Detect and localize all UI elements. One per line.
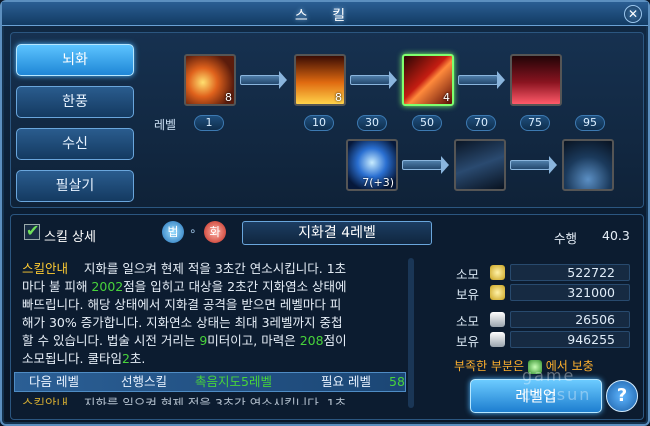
skill-count: 8 [335,91,342,104]
skill-icon-lightning-1[interactable]: 7(+3) [346,139,398,191]
desc-line: 점을 입히고 대상을 2초간 지화염소 상태에 [123,279,347,294]
cut-off-description: 스킬안내 지화를 일으켜 현제 적을 3초간 연소시킵니다. 1초 [22,395,412,405]
desc-cooldown: 2 [121,351,130,366]
own-label: 보유 [456,334,480,349]
arrow-icon [240,71,287,89]
attr-icon-magic: 법 [162,221,184,243]
prereq-label: 선행스킬 [121,374,168,389]
lack-text: 부족한 부분은 [454,359,525,373]
own-label: 보유 [456,287,480,302]
level-badge: 50 [412,115,442,131]
level-badge: 1 [194,115,224,131]
gold-cost-row: 소모 522722 [452,264,632,282]
stat-label: 수행 [554,231,578,246]
item-cost-value: 26506 [510,311,630,328]
desc-mana: 208 [299,333,324,348]
next-level-label: 다음 레벨 [29,374,79,389]
cost-label: 소모 [456,267,480,282]
scroll-item-icon [490,312,505,327]
skill-icon-fire-3-selected[interactable]: 4 [402,54,454,106]
arrow-icon [350,71,397,89]
skill-window: 스 킬 ✕ 뇌화 한풍 수신 필살기 8 8 4 레벨 1 10 30 50 7… [0,0,650,426]
arrow-icon [510,156,557,174]
skill-name-banner: 지화결 4레벨 [242,221,432,245]
desc-line: 지화를 일으켜 현제 적을 3초간 연소시킵니다. 1초 [83,261,347,276]
gold-own-value: 321000 [510,284,630,301]
item-own-row: 보유 946255 [452,331,632,349]
skill-count: 4 [443,91,450,104]
skill-icon-lightning-2[interactable] [454,139,506,191]
gold-icon [490,265,505,280]
desc-line: 해가 30% 증가합니다. 지화연소 상태는 최대 3레벨까지 중첩 [22,315,343,330]
desc-title: 스킬안내 [22,261,69,276]
level-badge: 70 [466,115,496,131]
level-badge: 10 [304,115,334,131]
required-level-value: 58 [389,374,405,389]
skill-count: 8 [225,91,232,104]
arrow-icon [402,156,449,174]
scroll-item-icon [490,332,505,347]
desc-line: 점이 [323,333,347,348]
skill-count: 7(+3) [362,176,394,189]
skill-icon-fire-1[interactable]: 8 [184,54,236,106]
skill-icon-fire-4[interactable] [510,54,562,106]
help-button[interactable]: ? [606,380,638,412]
desc-damage: 2002 [91,279,124,294]
detail-checkbox[interactable]: ✔ [24,221,40,240]
item-cost-row: 소모 26506 [452,311,632,329]
lack-text: 에서 보충 [545,359,594,373]
attr-icon-fire: 화 [204,221,226,243]
category-tab-1[interactable]: 뇌화 [16,44,134,76]
desc-line: 마다 불 피해 [22,279,92,294]
attr-separator: ∘ [189,224,197,238]
gold-icon [490,285,505,300]
desc-line: 지화를 일으켜 현제 적을 3초간 연소시킵니다. 1초 [83,396,347,405]
shop-icon[interactable] [527,359,542,374]
desc-line: 미터이고, 마력은 [207,333,300,348]
item-own-value: 946255 [510,331,630,348]
stat-value: 40.3 [602,228,630,243]
desc-line: 소모됩니다. 쿨타임 [22,351,122,366]
desc-title: 스킬안내 [22,396,69,405]
detail-check-label: 스킬 상세 [44,230,96,245]
lack-notice: 부족한 부분은 에서 보충 [454,357,594,374]
level-badge: 95 [575,115,605,131]
title-bar: 스 킬 ✕ [2,2,648,26]
desc-line: 빠뜨립니다. 해당 상태에서 지화결 공격을 받으면 레벨마다 피 [22,297,342,312]
prereq-value: 촉음지도5레벨 [195,374,272,389]
category-tab-3[interactable]: 수신 [16,128,134,160]
close-button[interactable]: ✕ [624,5,642,23]
desc-line: 초. [129,351,146,366]
gold-own-row: 보유 321000 [452,284,632,302]
window-title: 스 킬 [294,8,356,24]
level-badge: 75 [520,115,550,131]
category-tab-4[interactable]: 필살기 [16,170,134,202]
arrow-icon [458,71,505,89]
description-scrollbar[interactable] [408,258,414,408]
skill-icon-fire-2[interactable]: 8 [294,54,346,106]
desc-line: 할 수 있습니다. 법술 시전 거리는 [22,333,200,348]
category-tab-2[interactable]: 한풍 [16,86,134,118]
level-badge: 30 [357,115,387,131]
level-label: 레벨 [154,118,177,132]
required-level-label: 필요 레벨 [321,374,371,389]
skill-description: 스킬안내 지화를 일으켜 현제 적을 3초간 연소시킵니다. 1초 마다 불 피… [22,260,402,368]
next-level-bar: 다음 레벨 선행스킬 촉음지도5레벨 필요 레벨 58 [14,372,406,392]
levelup-button[interactable]: 레벨업 [470,379,602,413]
gold-cost-value: 522722 [510,264,630,281]
cost-label: 소모 [456,314,480,329]
skill-icon-lightning-3[interactable] [562,139,614,191]
check-icon: ✔ [26,221,40,240]
